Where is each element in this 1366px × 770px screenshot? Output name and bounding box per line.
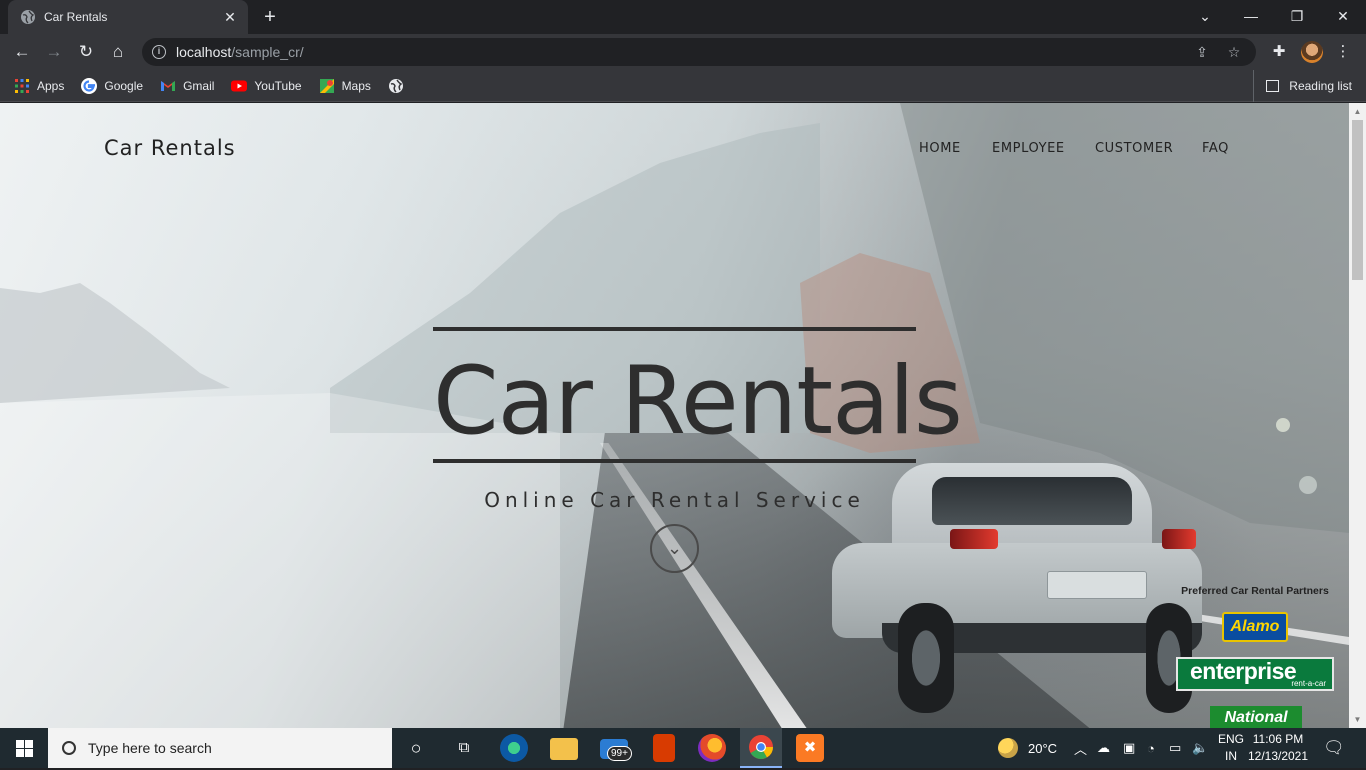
gmail-icon — [161, 80, 176, 91]
alamo-logo[interactable]: Alamo — [1222, 612, 1288, 642]
windows-taskbar: Type here to search ○ ⧉ 99+ ✖ 20°C ︿ ☁ ▣… — [0, 728, 1366, 768]
browser-toolbar: ← → ↻ ⌂ i localhost /sample_cr/ ⇪ ☆ ✚ ⋮ — [0, 34, 1366, 70]
tab-search-chevron-icon[interactable]: ⌄ — [1182, 0, 1228, 34]
partners-heading: Preferred Car Rental Partners — [1181, 585, 1329, 597]
url-host: localhost — [176, 44, 232, 60]
search-icon — [62, 741, 76, 755]
site-brand-logo[interactable]: Car Rentals — [104, 136, 236, 160]
weather-widget[interactable]: 20°C — [998, 728, 1057, 768]
enterprise-wordmark: enterprise — [1190, 658, 1297, 684]
language-code: ENG — [1217, 732, 1244, 746]
onedrive-cloud-icon[interactable]: ☁ — [1097, 728, 1110, 768]
chrome-taskbar-button[interactable] — [740, 728, 782, 768]
language-indicator[interactable]: ENG IN — [1217, 731, 1245, 765]
file-explorer-icon[interactable] — [550, 738, 578, 760]
taskbar-search-input[interactable]: Type here to search — [48, 728, 392, 768]
url-path: /sample_cr/ — [231, 44, 304, 60]
scroll-down-arrow-icon[interactable]: ▼ — [1349, 711, 1366, 728]
globe-icon — [388, 78, 403, 93]
xampp-icon[interactable]: ✖ — [796, 734, 824, 762]
bookmark-label: Google — [104, 78, 144, 93]
bookmarks-bar: Apps Google Gmail YouTube Maps Reading l… — [0, 70, 1366, 102]
enterprise-tagline: rent-a-car — [1291, 679, 1326, 688]
show-hidden-icons-chevron-icon[interactable]: ︿ — [1074, 728, 1087, 768]
tab-strip: Car Rentals ✕ + ⌄ — ❐ ✕ — [0, 0, 1366, 34]
globe-icon — [21, 10, 35, 24]
national-logo[interactable]: National — [1210, 706, 1302, 728]
reading-list-button[interactable]: Reading list — [1253, 70, 1352, 102]
bookmark-globe[interactable] — [388, 78, 411, 94]
scrollbar-thumb[interactable] — [1352, 120, 1363, 280]
wifi-icon[interactable]: ◔ — [1147, 728, 1155, 768]
notifications-icon[interactable]: 🗨 — [1323, 728, 1345, 768]
taskbar-clock[interactable]: 11:06 PM 12/13/2021 — [1246, 731, 1310, 765]
youtube-icon — [231, 80, 248, 91]
google-icon — [81, 77, 98, 94]
browser-tab[interactable]: Car Rentals ✕ — [8, 0, 248, 34]
hero-title: Car Rentals — [433, 347, 963, 456]
bookmark-label: Apps — [37, 78, 65, 93]
profile-avatar[interactable] — [1301, 41, 1323, 63]
cortana-icon[interactable]: ○ — [402, 734, 430, 762]
restore-icon[interactable]: ❐ — [1274, 0, 1320, 34]
minimize-icon[interactable]: — — [1228, 0, 1274, 34]
apps-grid-icon — [15, 78, 29, 93]
new-tab-button[interactable]: + — [258, 6, 282, 28]
bookmark-label: YouTube — [254, 78, 302, 93]
scroll-down-chevron-icon[interactable]: ⌄ — [650, 524, 699, 573]
reading-list-label: Reading list — [1289, 79, 1352, 93]
extensions-puzzle-icon[interactable]: ✚ — [1268, 41, 1290, 63]
forward-icon[interactable]: → — [42, 40, 66, 64]
edge-browser-icon[interactable] — [500, 734, 528, 762]
nav-home-link[interactable]: HOME — [919, 141, 961, 156]
nav-customer-link[interactable]: CUSTOMER — [1095, 141, 1173, 156]
clock-time: 11:06 PM — [1252, 732, 1304, 746]
office-icon[interactable] — [653, 734, 675, 762]
bookmark-maps[interactable]: Maps — [319, 78, 371, 94]
hero-top-rule — [433, 327, 916, 331]
task-view-icon[interactable]: ⧉ — [450, 734, 478, 762]
enterprise-logo[interactable]: enterprise rent-a-car — [1176, 657, 1334, 691]
tab-close-icon[interactable]: ✕ — [222, 9, 238, 25]
reload-icon[interactable]: ↻ — [74, 40, 98, 64]
bookmark-google[interactable]: Google — [81, 77, 144, 94]
volume-icon[interactable]: 🔈 — [1192, 728, 1208, 768]
bookmark-label: Gmail — [183, 78, 215, 93]
page-viewport: Car Rentals HOME EMPLOYEE CUSTOMER FAQ C… — [0, 103, 1349, 728]
nav-faq-link[interactable]: FAQ — [1202, 141, 1229, 156]
bookmark-youtube[interactable]: YouTube — [231, 78, 302, 94]
hero-subtitle: Online Car Rental Service — [484, 488, 865, 512]
reading-list-icon — [1266, 80, 1280, 92]
clock-date: 12/13/2021 — [1247, 749, 1309, 763]
hero-bottom-rule — [433, 459, 916, 463]
bookmark-gmail[interactable]: Gmail — [160, 78, 214, 94]
firefox-icon[interactable] — [698, 734, 726, 762]
language-region: IN — [1225, 749, 1237, 763]
windows-start-icon[interactable] — [0, 728, 48, 768]
page-scrollbar[interactable]: ▲ ▼ — [1349, 103, 1366, 728]
battery-icon[interactable]: ▭ — [1169, 728, 1181, 768]
bookmark-apps[interactable]: Apps — [14, 78, 64, 94]
scroll-up-arrow-icon[interactable]: ▲ — [1349, 103, 1366, 120]
search-placeholder: Type here to search — [88, 740, 212, 756]
maps-icon — [319, 78, 334, 93]
address-bar[interactable]: i localhost /sample_cr/ ⇪ ☆ — [142, 38, 1256, 66]
share-icon[interactable]: ⇪ — [1190, 44, 1214, 61]
close-window-icon[interactable]: ✕ — [1320, 0, 1366, 34]
weather-icon — [998, 738, 1018, 758]
nav-employee-link[interactable]: EMPLOYEE — [992, 141, 1065, 156]
weather-temp: 20°C — [1028, 740, 1058, 756]
back-icon[interactable]: ← — [10, 40, 34, 64]
bookmark-label: Maps — [341, 78, 371, 93]
meet-now-icon[interactable]: ▣ — [1123, 728, 1135, 768]
site-info-icon[interactable]: i — [152, 45, 166, 59]
mail-badge: 99+ — [607, 746, 632, 761]
chrome-icon — [749, 735, 773, 760]
home-icon[interactable]: ⌂ — [106, 40, 130, 64]
tab-title: Car Rentals — [44, 10, 108, 24]
bookmark-star-icon[interactable]: ☆ — [1222, 44, 1246, 61]
more-menu-icon[interactable]: ⋮ — [1332, 41, 1354, 63]
